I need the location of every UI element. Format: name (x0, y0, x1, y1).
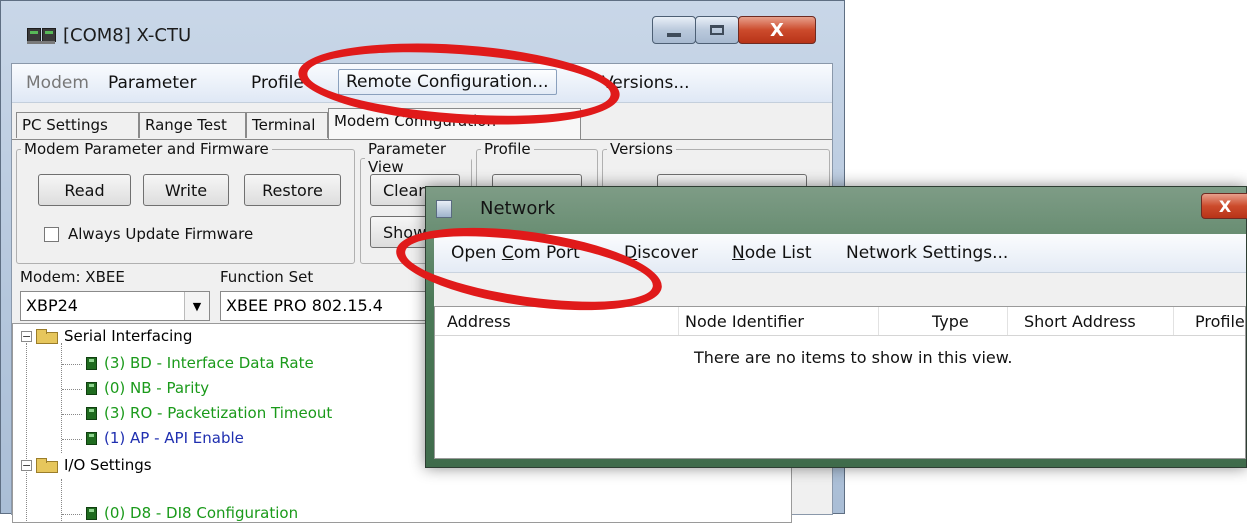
menu-profile[interactable]: Profile (251, 73, 304, 93)
always-update-firmware-checkbox[interactable] (44, 227, 59, 242)
column-profile[interactable]: Profile (1195, 312, 1245, 331)
menu-node-list[interactable]: Node List (732, 243, 812, 263)
close-icon: X (770, 19, 784, 41)
tree-node-serial-interfacing[interactable]: − Serial Interfacing (21, 327, 192, 345)
app-icon (27, 28, 56, 44)
node-list-header: Address Node Identifier Type Short Addre… (435, 307, 1245, 336)
tab-terminal[interactable]: Terminal (246, 112, 328, 138)
group-parameter-view-label: Parameter View (368, 140, 447, 176)
collapse-icon[interactable]: − (21, 459, 32, 471)
folder-icon (36, 328, 58, 344)
column-type[interactable]: Type (932, 312, 969, 331)
tree-param-label: (1) AP - API Enable (104, 429, 244, 447)
tree-param-nb[interactable]: (0) NB - Parity (86, 379, 209, 397)
column-node-identifier[interactable]: Node Identifier (685, 312, 804, 331)
read-button[interactable]: Read (38, 174, 131, 206)
tree-node-label: Serial Interfacing (64, 327, 193, 345)
write-button[interactable]: Write (143, 174, 229, 206)
menu-parameter[interactable]: Parameter (108, 73, 196, 93)
tree-node-label: I/O Settings (64, 456, 152, 474)
function-set-label: Function Set (220, 268, 314, 286)
network-window-icon (436, 200, 452, 218)
network-window: Network X Open Com Port Discover Node Li… (425, 186, 1247, 468)
tree-param-label: (0) NB - Parity (104, 379, 210, 397)
restore-button[interactable]: Restore (244, 174, 341, 206)
tree-param-bd[interactable]: (3) BD - Interface Data Rate (86, 354, 314, 372)
node-list-view[interactable]: Address Node Identifier Type Short Addre… (434, 306, 1246, 459)
chevron-down-icon[interactable]: ▼ (184, 292, 209, 320)
menu-network-settings[interactable]: Network Settings... (846, 243, 1008, 263)
parameter-icon (86, 506, 97, 520)
tree-param-label: (0) D8 - DI8 Configuration (104, 504, 299, 522)
modem-select[interactable]: XBP24 ▼ (20, 291, 210, 321)
maximize-icon (710, 25, 724, 35)
tab-pc-settings[interactable]: PC Settings (16, 112, 139, 138)
tree-param-d8[interactable]: (0) D8 - DI8 Configuration (86, 504, 298, 522)
group-modem-parameter-firmware-label: Modem Parameter and Firmware (24, 140, 269, 158)
group-profile-label: Profile (484, 140, 531, 158)
tree-param-ro[interactable]: (3) RO - Packetization Timeout (86, 404, 332, 422)
network-close-button[interactable]: X (1201, 193, 1247, 219)
tree-param-label: (3) BD - Interface Data Rate (104, 354, 314, 372)
close-button[interactable]: X (738, 16, 816, 44)
parameter-icon (86, 431, 97, 445)
minimize-icon (667, 33, 681, 37)
menu-modem[interactable]: Modem (26, 73, 89, 93)
close-icon: X (1218, 196, 1232, 216)
folder-icon (36, 457, 58, 473)
tree-node-io-settings[interactable]: − I/O Settings (21, 456, 152, 474)
tab-range-test[interactable]: Range Test (139, 112, 246, 138)
network-window-title: Network (480, 198, 556, 219)
window-title: [COM8] X-CTU (63, 25, 192, 46)
maximize-button[interactable] (695, 16, 739, 44)
tree-param-label: (3) RO - Packetization Timeout (104, 404, 333, 422)
parameter-icon (86, 406, 97, 420)
parameter-icon (86, 381, 97, 395)
modem-select-value: XBP24 (26, 296, 78, 315)
collapse-icon[interactable]: − (21, 330, 32, 342)
parameter-icon (86, 356, 97, 370)
column-address[interactable]: Address (447, 312, 511, 331)
always-update-firmware-label: Always Update Firmware (68, 225, 254, 243)
tree-param-ap[interactable]: (1) AP - API Enable (86, 429, 244, 447)
column-short-address[interactable]: Short Address (1024, 312, 1136, 331)
function-set-select-value: XBEE PRO 802.15.4 (226, 296, 383, 315)
minimize-button[interactable] (652, 16, 696, 44)
group-versions-label: Versions (610, 140, 673, 158)
modem-label: Modem: XBEE (20, 268, 125, 286)
empty-list-message: There are no items to show in this view. (694, 348, 1013, 367)
